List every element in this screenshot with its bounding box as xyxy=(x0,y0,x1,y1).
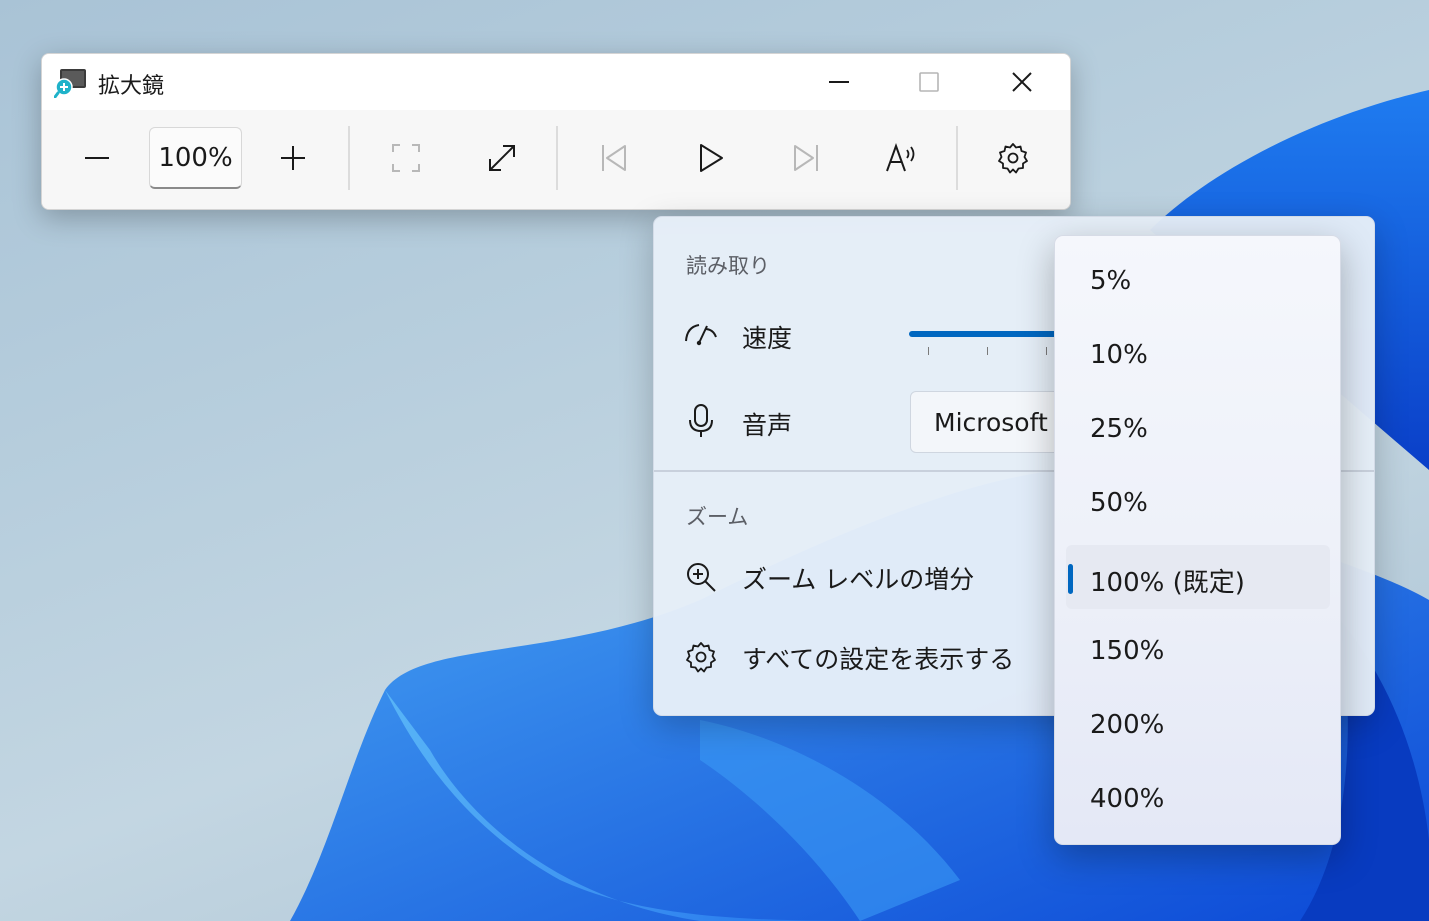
skip-back-icon xyxy=(602,145,626,171)
read-from-here-button[interactable] xyxy=(872,130,932,186)
settings-button[interactable] xyxy=(983,130,1043,186)
close-button[interactable] xyxy=(999,60,1045,104)
reading-section-title: 読み取り xyxy=(686,254,770,278)
minimize-icon xyxy=(829,81,849,83)
zoom-out-button[interactable] xyxy=(67,130,127,186)
maximize-icon xyxy=(919,72,939,92)
zoom-level-field[interactable]: 100% xyxy=(149,127,242,189)
read-aloud-icon xyxy=(886,143,915,172)
dropdown-option-label: 200% xyxy=(1090,710,1165,740)
plus-icon xyxy=(281,146,305,170)
settings-gear-icon xyxy=(683,639,719,675)
maximize-button[interactable] xyxy=(906,60,952,104)
dropdown-option-label: 100% (既定) xyxy=(1090,568,1245,598)
full-screen-corners-icon xyxy=(392,144,420,172)
slider-tick xyxy=(987,347,988,355)
skip-forward-icon xyxy=(794,145,818,171)
dropdown-option-label: 25% xyxy=(1090,414,1148,444)
expand-view-button[interactable] xyxy=(472,130,532,186)
play-icon xyxy=(700,144,723,172)
magnifier-app-icon xyxy=(54,69,86,98)
dropdown-option-label: 50% xyxy=(1090,488,1148,518)
microphone-icon xyxy=(683,403,719,439)
slider-tick xyxy=(928,347,929,355)
dropdown-option[interactable]: 25% xyxy=(1066,397,1330,461)
zoom-increment-label: ズーム レベルの増分 xyxy=(742,565,975,594)
dropdown-option-label: 5% xyxy=(1090,266,1132,296)
close-icon xyxy=(1012,72,1032,92)
speed-slider[interactable] xyxy=(909,331,1069,337)
next-button[interactable] xyxy=(776,130,836,186)
dropdown-option[interactable]: 50% xyxy=(1066,471,1330,535)
dropdown-option[interactable]: 200% xyxy=(1066,693,1330,757)
dropdown-option-label: 400% xyxy=(1090,784,1165,814)
zoom-increment-dropdown-list: 5% 10% 25% 50% 100% (既定) 150% 200% 400% xyxy=(1054,235,1341,845)
dropdown-option[interactable]: 10% xyxy=(1066,323,1330,387)
title-bar[interactable]: 拡大鏡 xyxy=(42,54,1070,110)
dropdown-option[interactable]: 5% xyxy=(1066,249,1330,313)
minimize-button[interactable] xyxy=(816,60,862,104)
all-settings-link[interactable]: すべての設定を表示する xyxy=(742,640,1014,676)
window-title: 拡大鏡 xyxy=(98,74,165,99)
toolbar-divider xyxy=(556,126,558,190)
zoom-in-button[interactable] xyxy=(263,130,323,186)
fit-view-button[interactable] xyxy=(376,130,436,186)
zoom-section-title: ズーム xyxy=(686,505,749,529)
gear-icon xyxy=(998,143,1028,174)
slider-tick xyxy=(1046,347,1047,355)
dropdown-option-label: 150% xyxy=(1090,636,1165,666)
dropdown-option-selected[interactable]: 100% (既定) xyxy=(1066,545,1330,609)
minus-icon xyxy=(85,157,109,159)
zoom-in-icon xyxy=(683,559,719,595)
selection-indicator xyxy=(1068,564,1073,594)
dropdown-option[interactable]: 150% xyxy=(1066,619,1330,683)
expand-arrows-icon xyxy=(489,145,515,171)
speedometer-icon xyxy=(683,316,719,352)
toolbar-divider xyxy=(956,126,958,190)
play-button[interactable] xyxy=(680,130,740,186)
dropdown-option[interactable]: 400% xyxy=(1066,767,1330,831)
magnifier-window: 拡大鏡 100% xyxy=(41,53,1071,210)
speed-label: 速度 xyxy=(742,324,793,353)
dropdown-option-label: 10% xyxy=(1090,340,1148,370)
voice-label: 音声 xyxy=(742,411,793,440)
toolbar-divider xyxy=(348,126,350,190)
previous-button[interactable] xyxy=(584,130,644,186)
magnifier-toolbar: 100% xyxy=(42,110,1070,209)
